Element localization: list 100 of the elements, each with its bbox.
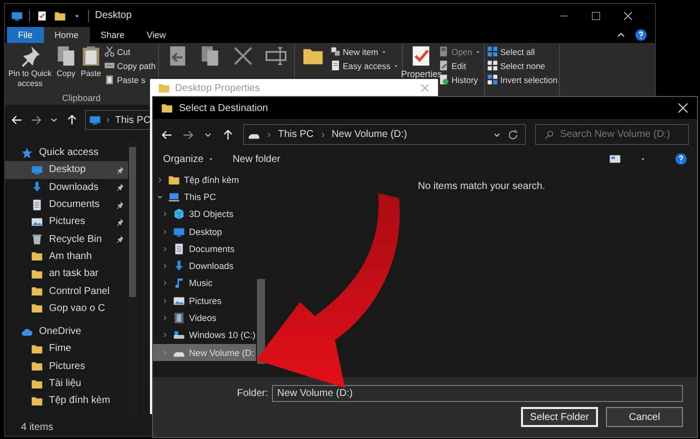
- folder-icon: [161, 102, 173, 114]
- breadcrumb[interactable]: This PC: [278, 129, 314, 140]
- document-icon: [173, 242, 185, 255]
- tree-item[interactable]: Pictures: [153, 292, 256, 310]
- monitor-icon: [173, 226, 185, 238]
- back-arrow-icon[interactable]: [161, 128, 173, 140]
- toolbar-button[interactable]: New folder: [232, 154, 280, 164]
- toolbar-button[interactable]: Organize: [163, 154, 215, 164]
- ribbon-tab[interactable]: Home: [44, 27, 90, 43]
- search-field[interactable]: Search New Volume (D:): [535, 124, 689, 145]
- ribbon-button[interactable]: New item: [330, 45, 388, 58]
- ribbon-button[interactable]: Select none: [487, 59, 546, 72]
- rename-icon: [264, 45, 287, 67]
- ribbon-button[interactable]: Copy path: [104, 59, 156, 72]
- help-icon[interactable]: [675, 153, 687, 165]
- scroll-thumb[interactable]: [257, 279, 265, 364]
- tree-item[interactable]: New Volume (D:: [153, 344, 256, 362]
- folder-icon: [31, 394, 43, 407]
- scroll-thumb[interactable]: [129, 147, 136, 297]
- field-label: Folder:: [237, 388, 268, 399]
- dialog-button[interactable]: Select Folder: [521, 407, 598, 427]
- ribbon-tab[interactable]: View: [136, 27, 177, 43]
- folder-field[interactable]: New Volume (D:): [272, 385, 683, 402]
- tree-item[interactable]: Downloads: [153, 257, 256, 275]
- ribbon-button[interactable]: Copy: [54, 44, 78, 93]
- trash-icon: [31, 233, 43, 246]
- down-arrow-icon: [31, 181, 43, 194]
- nav-item[interactable]: Control Panel: [5, 282, 128, 300]
- forward-arrow-icon[interactable]: [182, 128, 194, 140]
- film-icon: [173, 312, 185, 324]
- ribbon-button[interactable]: Pin to Quick access: [7, 44, 53, 93]
- address-bar[interactable]: This PC New Volume (D:): [243, 124, 526, 145]
- forward-arrow-icon[interactable]: [30, 114, 42, 126]
- up-arrow-icon[interactable]: [222, 128, 234, 140]
- tree-item[interactable]: This PC: [153, 188, 256, 206]
- nav-item[interactable]: Recycle Bin: [5, 230, 128, 248]
- ribbon-tab[interactable]: File: [7, 27, 44, 43]
- delete-icon: [232, 45, 254, 67]
- pages-icon: [55, 45, 77, 67]
- nav-item[interactable]: Fime: [5, 340, 128, 358]
- picture-icon: [31, 216, 43, 228]
- tree-item[interactable]: Tệp đính kèm: [153, 171, 256, 188]
- nav-item[interactable]: Am thanh: [5, 248, 128, 266]
- document-icon: [330, 60, 341, 71]
- tree-item[interactable]: Desktop: [153, 222, 256, 240]
- document-icon: [31, 198, 43, 211]
- folder-icon: [168, 174, 180, 186]
- monitor-icon: [31, 164, 43, 176]
- nav-item[interactable]: Desktop: [5, 161, 128, 179]
- tree-item[interactable]: Windows 10 (C:): [153, 326, 256, 344]
- breadcrumb[interactable]: New Volume (D:): [332, 129, 408, 140]
- back-arrow-icon[interactable]: [11, 114, 23, 126]
- music-note-icon: [173, 277, 185, 290]
- checklist-icon[interactable]: [36, 10, 48, 22]
- group-label: Clipboard: [62, 93, 101, 105]
- nav-item[interactable]: Downloads: [5, 178, 128, 196]
- folder-icon: [31, 360, 43, 372]
- path-icon: [104, 60, 115, 71]
- refresh-icon[interactable]: [507, 128, 519, 140]
- nav-item[interactable]: Quick access: [5, 144, 128, 162]
- ribbon-button[interactable]: Invert selection: [487, 73, 558, 86]
- grid-icon: [487, 46, 498, 57]
- nav-item[interactable]: Pictures: [5, 358, 128, 375]
- nav-item[interactable]: Tệp đính kèm: [5, 392, 128, 410]
- ribbon-button[interactable]: Paste s: [104, 73, 146, 86]
- ribbon-tab[interactable]: Share: [90, 27, 136, 43]
- nav-item[interactable]: Gop vao o C: [5, 300, 128, 317]
- view-icon[interactable]: [609, 153, 621, 165]
- nav-item[interactable]: an task bar: [5, 265, 128, 282]
- breadcrumb[interactable]: This PC: [115, 114, 151, 126]
- search-icon: [544, 130, 554, 140]
- scissors-icon: [104, 46, 115, 57]
- dialog-title: Select a Destination: [179, 102, 268, 114]
- new-item-icon: [330, 46, 341, 57]
- dialog-button[interactable]: Cancel: [606, 407, 683, 427]
- clipboard-icon: [80, 45, 102, 67]
- chevron-right-icon: [265, 130, 273, 138]
- ribbon-button[interactable]: Cut: [104, 45, 130, 58]
- ribbon-button[interactable]: Select all: [487, 45, 535, 58]
- ribbon-button[interactable]: Easy access: [330, 59, 400, 72]
- nav-item[interactable]: OneDrive: [5, 322, 128, 340]
- up-arrow-icon[interactable]: [66, 114, 78, 126]
- monitor-icon[interactable]: [11, 10, 23, 22]
- tree-item[interactable]: 3D Objects: [153, 206, 256, 223]
- nav-item[interactable]: Documents: [5, 196, 128, 214]
- nav-item[interactable]: Tài liệu: [5, 374, 128, 392]
- tree-item[interactable]: Documents: [153, 240, 256, 258]
- ribbon-button[interactable]: Edit: [438, 59, 466, 72]
- edit-icon: [438, 60, 450, 71]
- tree-item[interactable]: Music: [153, 274, 256, 292]
- checklist-icon: [410, 45, 432, 67]
- ribbon-button[interactable]: Paste: [79, 44, 103, 93]
- open-icon: [438, 46, 450, 57]
- folder-icon[interactable]: [54, 10, 66, 22]
- tree-item[interactable]: Videos: [153, 309, 256, 327]
- chevron-right-icon: [104, 116, 112, 124]
- maximize-icon[interactable]: [591, 10, 601, 20]
- folder-icon: [31, 302, 43, 314]
- nav-item[interactable]: Pictures: [5, 213, 128, 230]
- help-icon[interactable]: [635, 29, 647, 41]
